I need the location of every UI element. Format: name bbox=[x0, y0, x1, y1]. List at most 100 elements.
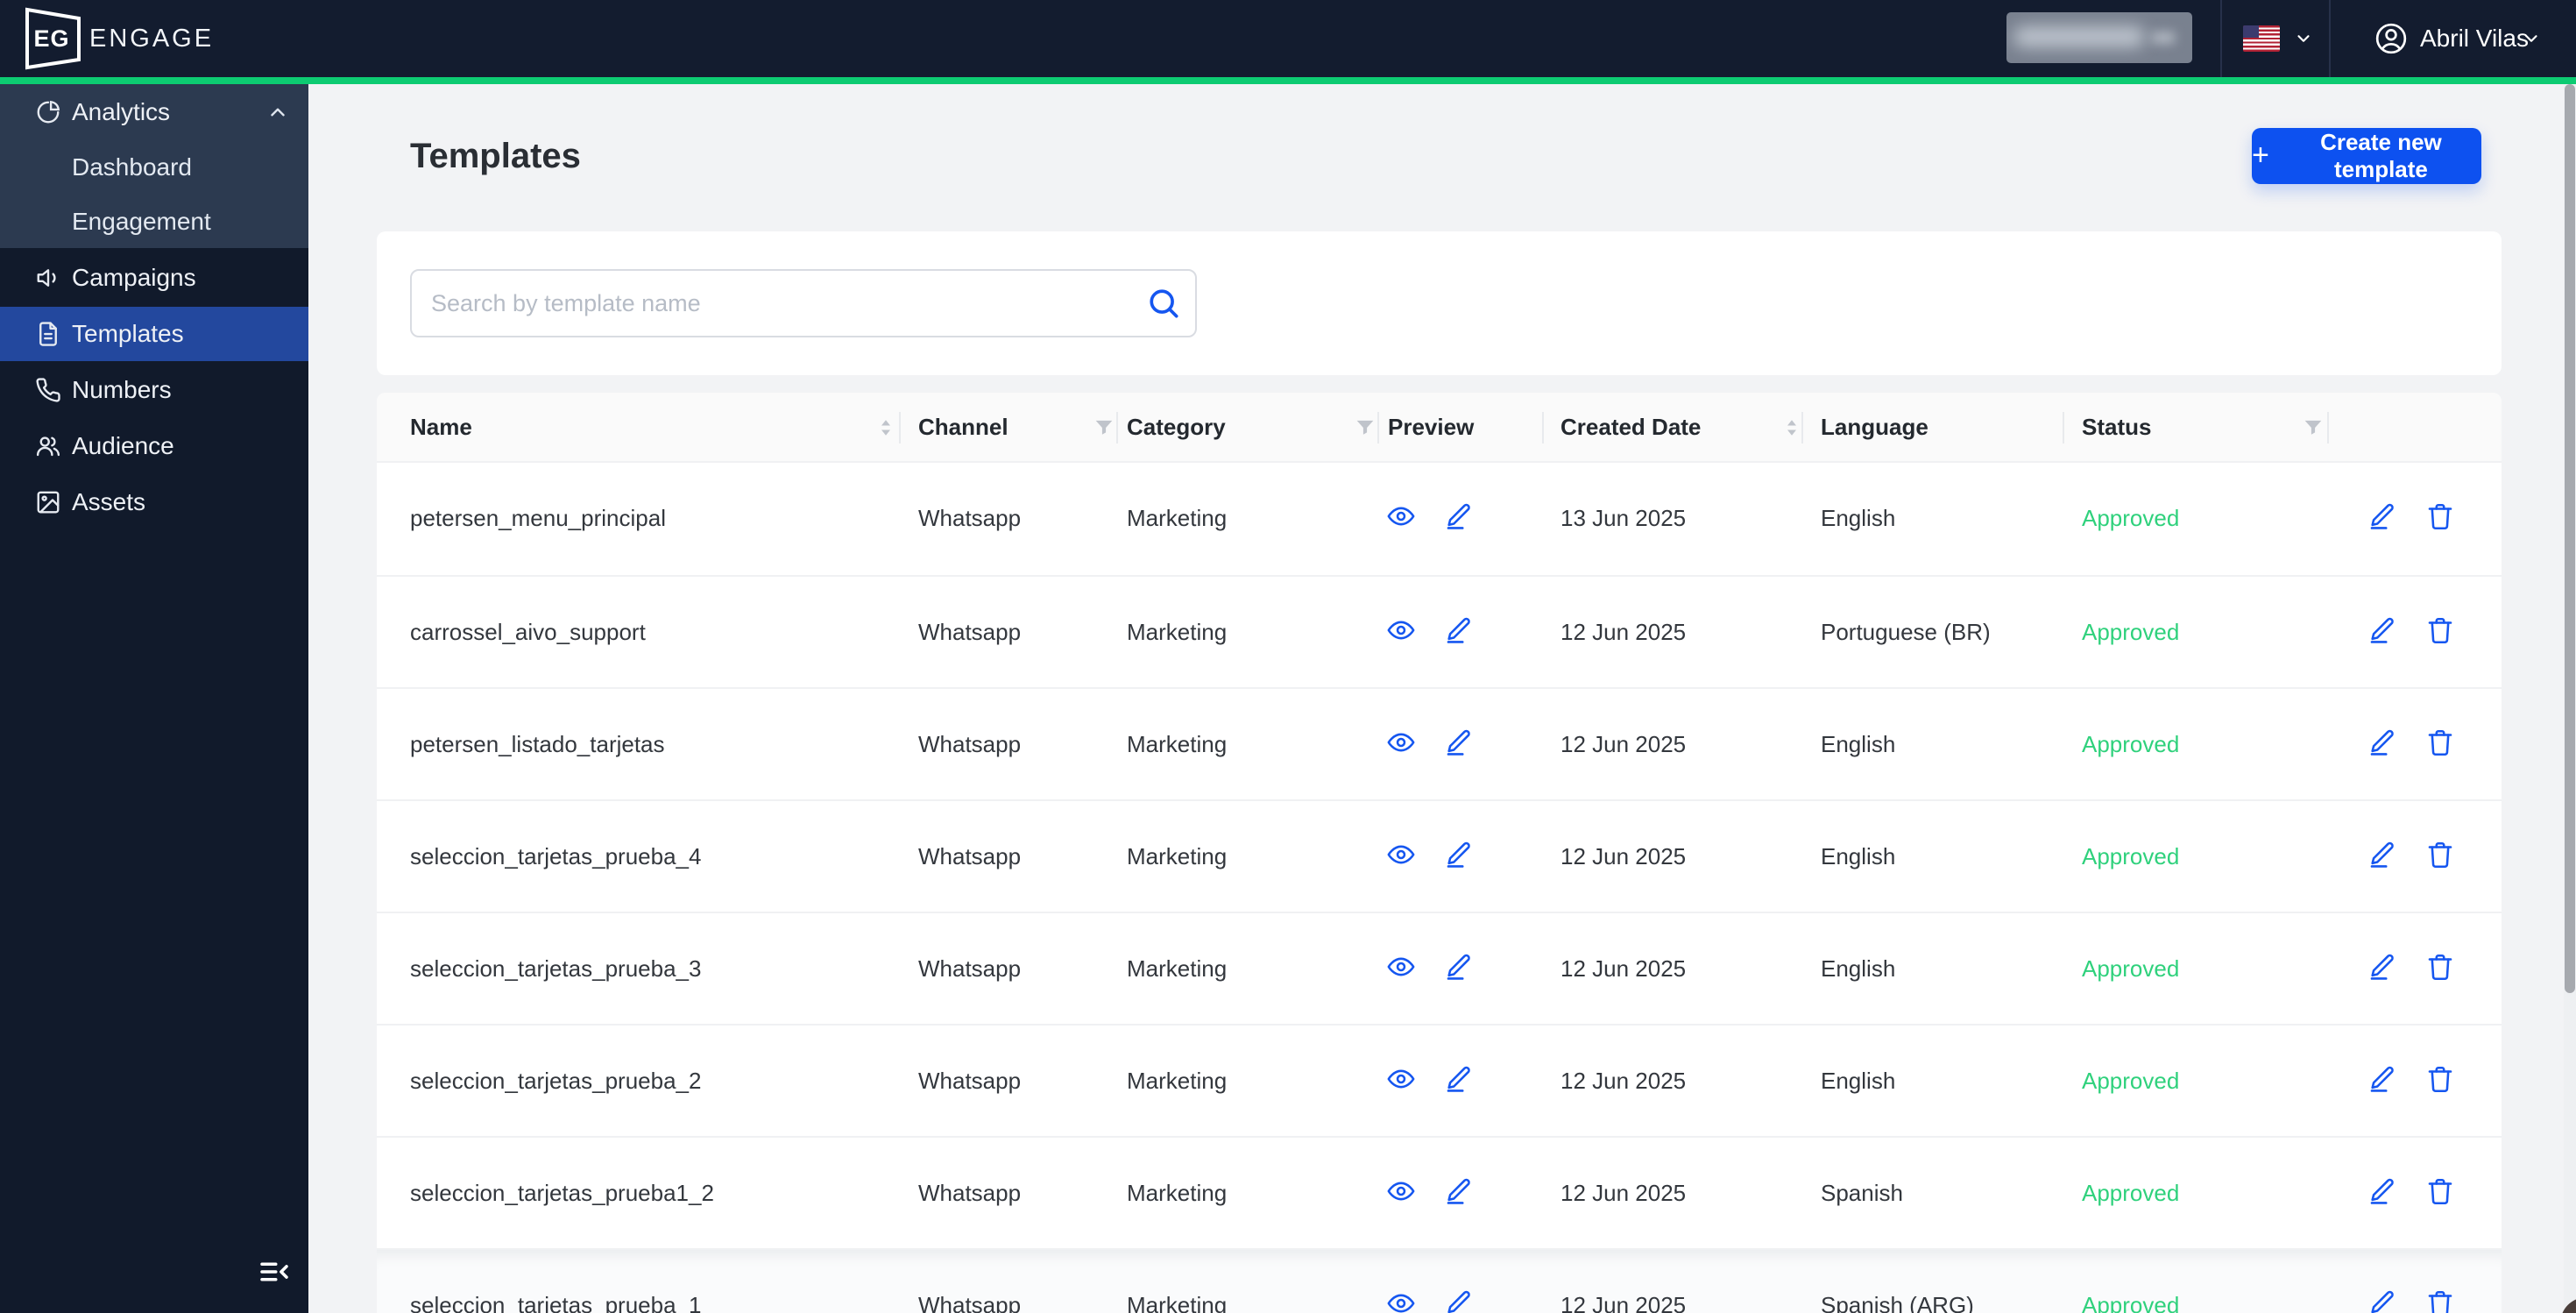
sidebar-item-audience[interactable]: Audience bbox=[0, 419, 308, 473]
filter-icon[interactable] bbox=[1092, 415, 1118, 442]
preview-edit-button[interactable] bbox=[1444, 615, 1479, 650]
status-badge: Approved bbox=[2082, 1292, 2180, 1313]
app-window: EG ENGAGE Abril Vilas Analytics Dashboar… bbox=[0, 0, 2576, 1313]
sort-icon[interactable] bbox=[873, 415, 899, 441]
channel-cell: Whatsapp bbox=[918, 505, 1022, 531]
top-bar: EG ENGAGE Abril Vilas bbox=[0, 0, 2576, 77]
filter-icon[interactable] bbox=[1353, 415, 1379, 442]
sidebar-collapse-button[interactable] bbox=[256, 1253, 293, 1290]
sidebar-item-label: Campaigns bbox=[72, 264, 196, 291]
preview-eye-button[interactable] bbox=[1386, 501, 1421, 536]
image-icon bbox=[35, 489, 61, 515]
sidebar-item-dashboard[interactable]: Dashboard bbox=[0, 140, 308, 195]
column-header-preview: Preview bbox=[1388, 414, 1475, 440]
org-selector-redacted[interactable] bbox=[2006, 12, 2192, 63]
preview-edit-button[interactable] bbox=[1444, 1176, 1479, 1211]
delete-button[interactable] bbox=[2425, 1288, 2460, 1313]
delete-button[interactable] bbox=[2425, 615, 2460, 650]
language-cell: English bbox=[1821, 505, 1896, 531]
preview-eye-button[interactable] bbox=[1386, 727, 1421, 763]
header-divider bbox=[2327, 412, 2329, 444]
column-header-created-date[interactable]: Created Date bbox=[1560, 393, 1701, 461]
sidebar-item-label: Templates bbox=[72, 320, 184, 347]
user-name: Abril Vilas bbox=[2420, 25, 2529, 52]
preview-edit-button[interactable] bbox=[1444, 952, 1479, 987]
edit-button[interactable] bbox=[2367, 501, 2403, 536]
search-icon[interactable] bbox=[1144, 284, 1183, 323]
preview-edit-button[interactable] bbox=[1444, 727, 1479, 763]
preview-eye-button[interactable] bbox=[1386, 840, 1421, 875]
preview-eye-button[interactable] bbox=[1386, 615, 1421, 650]
category-cell: Marketing bbox=[1127, 955, 1228, 982]
language-cell: English bbox=[1821, 843, 1896, 869]
scrollbar-track bbox=[2564, 84, 2576, 1313]
brand-name: ENGAGE bbox=[89, 24, 215, 53]
template-name: seleccion_tarjetas_prueba_2 bbox=[410, 1068, 702, 1094]
sidebar-item-templates[interactable]: Templates bbox=[0, 307, 308, 361]
create-new-template-button[interactable]: + Create new template bbox=[2252, 128, 2481, 184]
redacted-chevron-blur bbox=[2152, 32, 2175, 44]
template-name: seleccion_tarjetas_prueba_4 bbox=[410, 843, 702, 869]
preview-edit-button[interactable] bbox=[1444, 1288, 1479, 1313]
created-date-cell: 13 Jun 2025 bbox=[1560, 505, 1687, 531]
sidebar-item-label: Engagement bbox=[72, 208, 211, 235]
sidebar-item-numbers[interactable]: Numbers bbox=[0, 363, 308, 417]
language-cell: English bbox=[1821, 1068, 1896, 1094]
edit-button[interactable] bbox=[2367, 1288, 2403, 1313]
table-row: seleccion_tarjetas_prueba_4 Whatsapp Mar… bbox=[377, 799, 2502, 912]
category-cell: Marketing bbox=[1127, 843, 1228, 869]
edit-button[interactable] bbox=[2367, 840, 2403, 875]
delete-button[interactable] bbox=[2425, 952, 2460, 987]
language-cell: Spanish (ARG) bbox=[1821, 1292, 1974, 1313]
channel-cell: Whatsapp bbox=[918, 1292, 1022, 1313]
sidebar-item-label: Analytics bbox=[72, 98, 171, 125]
redacted-text-blur bbox=[2013, 26, 2145, 47]
category-cell: Marketing bbox=[1127, 731, 1228, 757]
column-header-status[interactable]: Status bbox=[2082, 393, 2151, 461]
chevron-up-icon bbox=[266, 101, 289, 124]
edit-button[interactable] bbox=[2367, 1064, 2403, 1099]
sidebar-item-engagement[interactable]: Engagement bbox=[0, 195, 308, 249]
edit-button[interactable] bbox=[2367, 1176, 2403, 1211]
filter-icon[interactable] bbox=[2301, 415, 2327, 442]
pie-chart-icon bbox=[35, 99, 61, 125]
template-name: petersen_listado_tarjetas bbox=[410, 731, 665, 757]
column-header-channel[interactable]: Channel bbox=[918, 393, 1008, 461]
preview-eye-button[interactable] bbox=[1386, 1176, 1421, 1211]
column-header-name[interactable]: Name bbox=[410, 393, 472, 461]
template-name: seleccion_tarjetas_prueba_1 bbox=[410, 1292, 702, 1313]
category-cell: Marketing bbox=[1127, 1292, 1228, 1313]
preview-eye-button[interactable] bbox=[1386, 1288, 1421, 1313]
scrollbar-thumb[interactable] bbox=[2565, 84, 2575, 993]
edit-button[interactable] bbox=[2367, 727, 2403, 763]
preview-eye-button[interactable] bbox=[1386, 952, 1421, 987]
page-title: Templates bbox=[410, 137, 581, 175]
column-header-language: Language bbox=[1821, 414, 1928, 440]
users-icon bbox=[35, 433, 61, 459]
sidebar-item-campaigns[interactable]: Campaigns bbox=[0, 251, 308, 305]
preview-eye-button[interactable] bbox=[1386, 1064, 1421, 1099]
preview-edit-button[interactable] bbox=[1444, 501, 1479, 536]
delete-button[interactable] bbox=[2425, 727, 2460, 763]
delete-button[interactable] bbox=[2425, 1176, 2460, 1211]
chevron-down-icon bbox=[2294, 29, 2313, 48]
preview-edit-button[interactable] bbox=[1444, 1064, 1479, 1099]
sidebar-item-analytics[interactable]: Analytics bbox=[0, 85, 308, 139]
created-date-cell: 12 Jun 2025 bbox=[1560, 955, 1687, 982]
delete-button[interactable] bbox=[2425, 1064, 2460, 1099]
status-badge: Approved bbox=[2082, 1180, 2180, 1206]
delete-button[interactable] bbox=[2425, 501, 2460, 536]
delete-button[interactable] bbox=[2425, 840, 2460, 875]
edit-button[interactable] bbox=[2367, 952, 2403, 987]
table-row: seleccion_tarjetas_prueba_3 Whatsapp Mar… bbox=[377, 912, 2502, 1024]
status-badge: Approved bbox=[2082, 955, 2180, 982]
category-cell: Marketing bbox=[1127, 505, 1228, 531]
table-row: seleccion_tarjetas_prueba1_2 Whatsapp Ma… bbox=[377, 1136, 2502, 1248]
sidebar-item-label: Dashboard bbox=[72, 153, 192, 181]
preview-edit-button[interactable] bbox=[1444, 840, 1479, 875]
search-input[interactable] bbox=[410, 269, 1197, 337]
chevron-down-icon bbox=[2522, 29, 2541, 48]
column-header-category[interactable]: Category bbox=[1127, 393, 1226, 461]
edit-button[interactable] bbox=[2367, 615, 2403, 650]
sidebar-item-assets[interactable]: Assets bbox=[0, 475, 308, 529]
